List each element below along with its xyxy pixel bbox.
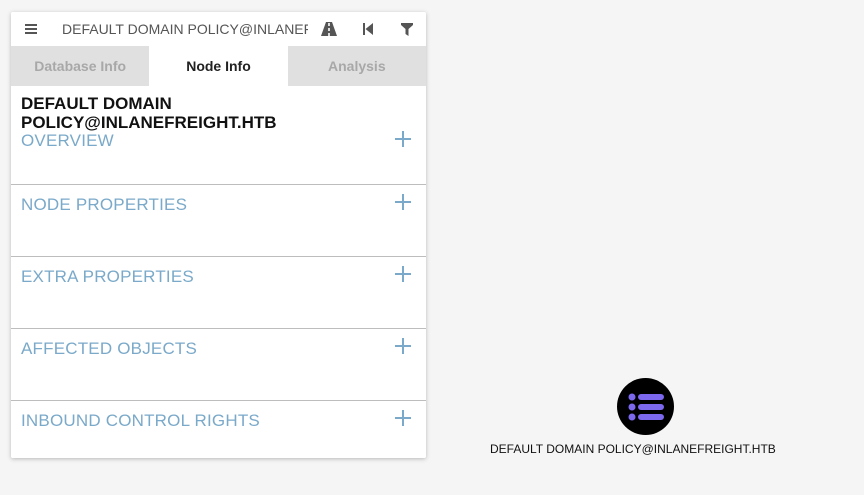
- search-bar: [11, 12, 426, 46]
- list-icon: [628, 393, 664, 420]
- filter-icon[interactable]: [387, 12, 426, 46]
- expand-plus-icon[interactable]: [394, 409, 412, 427]
- section-label: EXTRA PROPERTIES: [21, 267, 194, 286]
- section-affected-objects[interactable]: AFFECTED OBJECTS: [11, 329, 426, 401]
- tab-node-info[interactable]: Node Info: [149, 46, 288, 86]
- section-overview[interactable]: OVERVIEW: [11, 130, 426, 185]
- back-icon[interactable]: [348, 12, 387, 46]
- pathfinding-road-icon[interactable]: [309, 12, 348, 46]
- section-label: INBOUND CONTROL RIGHTS: [21, 411, 260, 430]
- tab-database-info[interactable]: Database Info: [11, 46, 149, 86]
- section-label: NODE PROPERTIES: [21, 195, 188, 214]
- section-extra-properties[interactable]: EXTRA PROPERTIES: [11, 257, 426, 329]
- node-info-content: DEFAULT DOMAIN POLICY@INLANEFREIGHT.HTB …: [11, 86, 426, 458]
- search-input[interactable]: [62, 12, 308, 46]
- graph-node-label: DEFAULT DOMAIN POLICY@INLANEFREIGHT.HTB: [490, 442, 776, 456]
- section-label: OVERVIEW: [21, 131, 114, 150]
- menu-icon[interactable]: [11, 12, 51, 46]
- node-title: DEFAULT DOMAIN POLICY@INLANEFREIGHT.HTB: [21, 94, 277, 132]
- section-inbound-control-rights[interactable]: INBOUND CONTROL RIGHTS: [11, 401, 426, 458]
- expand-plus-icon[interactable]: [394, 193, 412, 211]
- left-panel: Database Info Node Info Analysis DEFAULT…: [11, 12, 426, 458]
- tab-bar: Database Info Node Info Analysis: [11, 46, 426, 86]
- section-node-properties[interactable]: NODE PROPERTIES: [11, 185, 426, 257]
- search-actions: [309, 12, 426, 46]
- expand-plus-icon[interactable]: [394, 130, 412, 148]
- tab-analysis[interactable]: Analysis: [288, 46, 426, 86]
- expand-plus-icon[interactable]: [394, 265, 412, 283]
- section-label: AFFECTED OBJECTS: [21, 339, 198, 358]
- graph-canvas[interactable]: Database Info Node Info Analysis DEFAULT…: [0, 0, 864, 495]
- gpo-graph-node[interactable]: [617, 378, 674, 435]
- expand-plus-icon[interactable]: [394, 337, 412, 355]
